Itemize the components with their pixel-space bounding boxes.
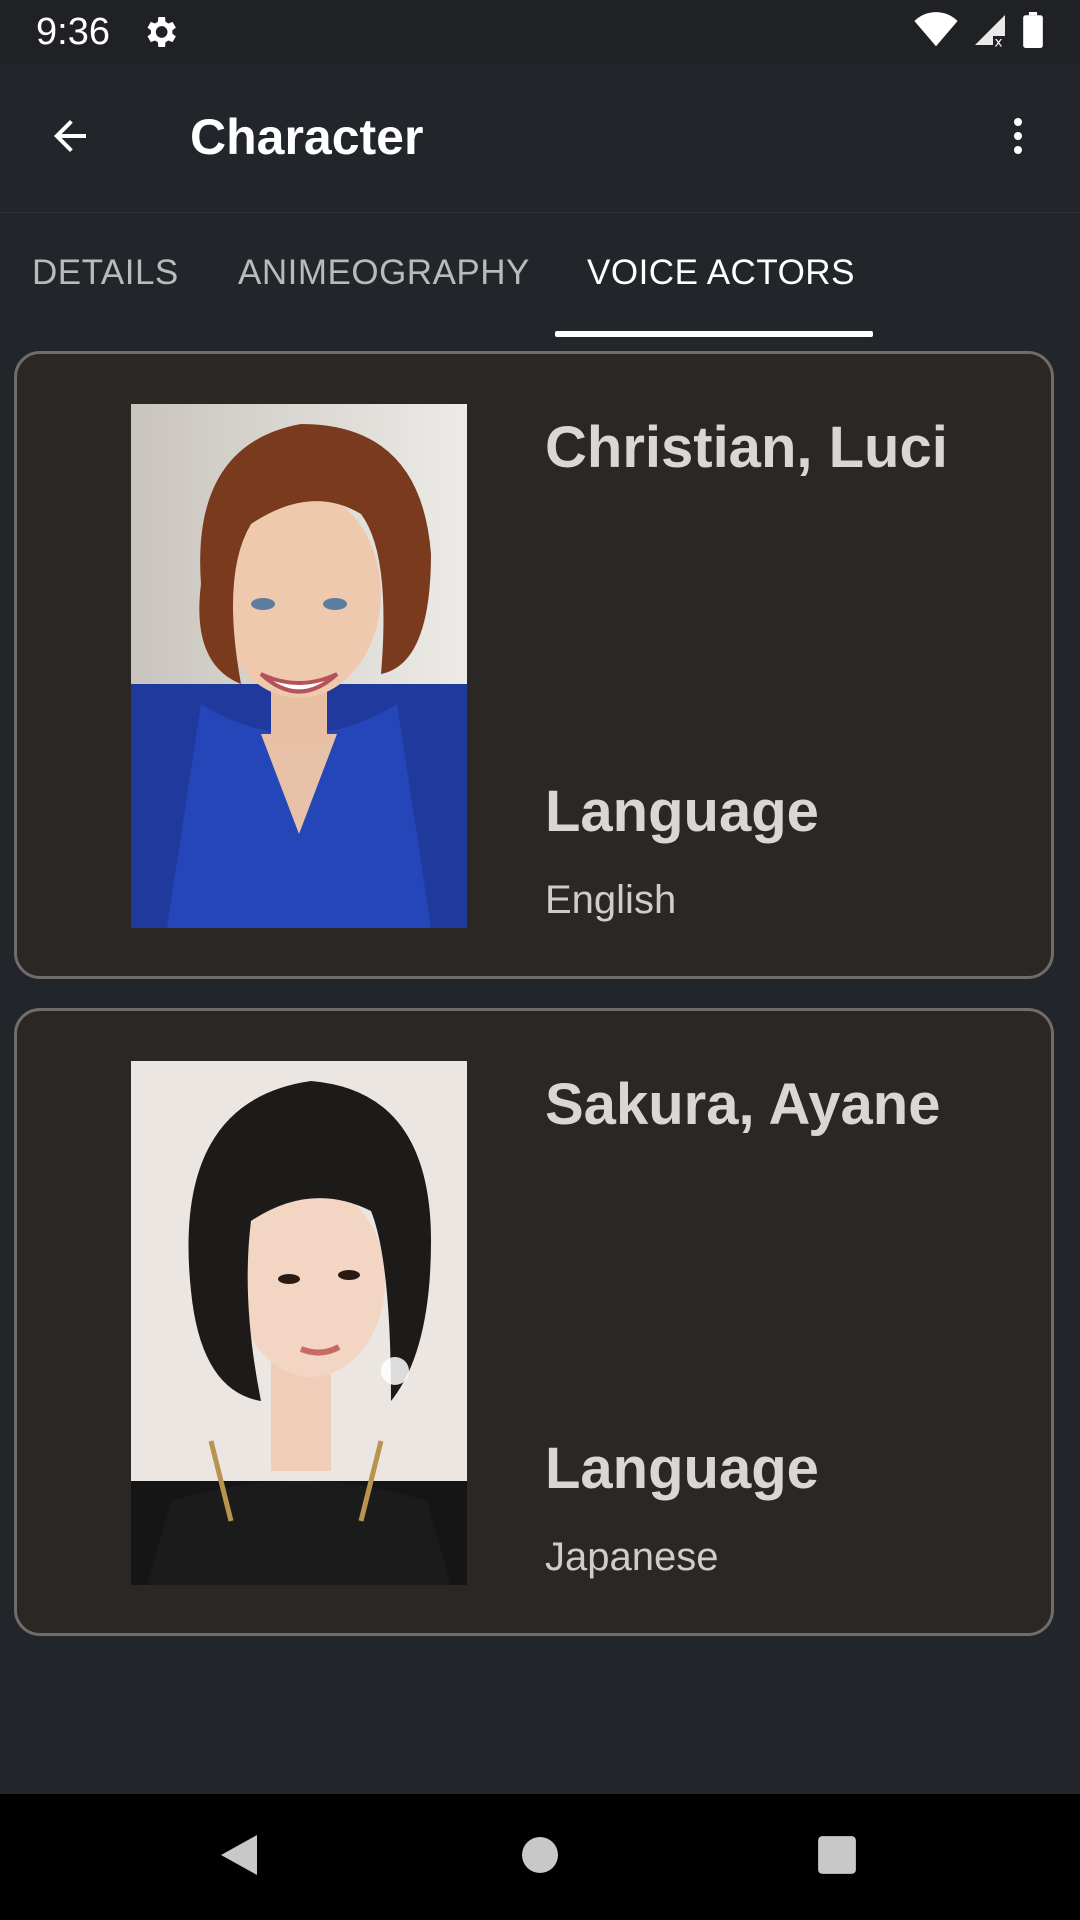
- tab-details[interactable]: DETAILS: [32, 253, 179, 293]
- language-label: Language: [545, 779, 819, 844]
- status-bar: 9:36 x: [0, 0, 1080, 64]
- back-triangle-icon: [217, 1831, 261, 1884]
- nav-home-button[interactable]: [505, 1822, 575, 1892]
- nav-recents-button[interactable]: [802, 1822, 872, 1892]
- signal-icon: x: [972, 12, 1008, 53]
- voice-actor-card[interactable]: Sakura, Ayane Language Japanese: [14, 1008, 1054, 1636]
- arrow-left-icon: [46, 112, 94, 165]
- tab-voice-actors[interactable]: VOICE ACTORS: [587, 253, 855, 293]
- system-nav-bar: [0, 1794, 1080, 1920]
- app-bar: Character: [0, 64, 1080, 212]
- svg-text:x: x: [995, 34, 1003, 48]
- voice-actor-name: Sakura, Ayane: [545, 1072, 941, 1137]
- gear-icon: [140, 12, 180, 52]
- language-value: English: [545, 878, 677, 922]
- nav-back-button[interactable]: [204, 1822, 274, 1892]
- language-label: Language: [545, 1436, 819, 1501]
- active-tab-indicator: [555, 331, 873, 337]
- voice-actor-photo: [131, 1061, 467, 1585]
- recents-square-icon: [816, 1834, 858, 1881]
- status-icons: x: [914, 11, 1044, 53]
- tab-animeography[interactable]: ANIMEOGRAPHY: [238, 253, 530, 293]
- tab-bar: DETAILS ANIMEOGRAPHY VOICE ACTORS: [0, 212, 1080, 337]
- battery-icon: [1022, 11, 1044, 53]
- voice-actor-photo: [131, 404, 467, 928]
- language-value: Japanese: [545, 1535, 719, 1579]
- voice-actor-card[interactable]: Christian, Luci Language English: [14, 351, 1054, 979]
- page-title: Character: [190, 109, 424, 165]
- wifi-icon: [914, 11, 958, 53]
- more-vert-icon: [994, 112, 1042, 165]
- more-options-button[interactable]: [986, 106, 1050, 170]
- voice-actor-name: Christian, Luci: [545, 415, 948, 480]
- status-time: 9:36: [36, 10, 110, 53]
- home-circle-icon: [520, 1835, 560, 1880]
- back-button[interactable]: [38, 106, 102, 170]
